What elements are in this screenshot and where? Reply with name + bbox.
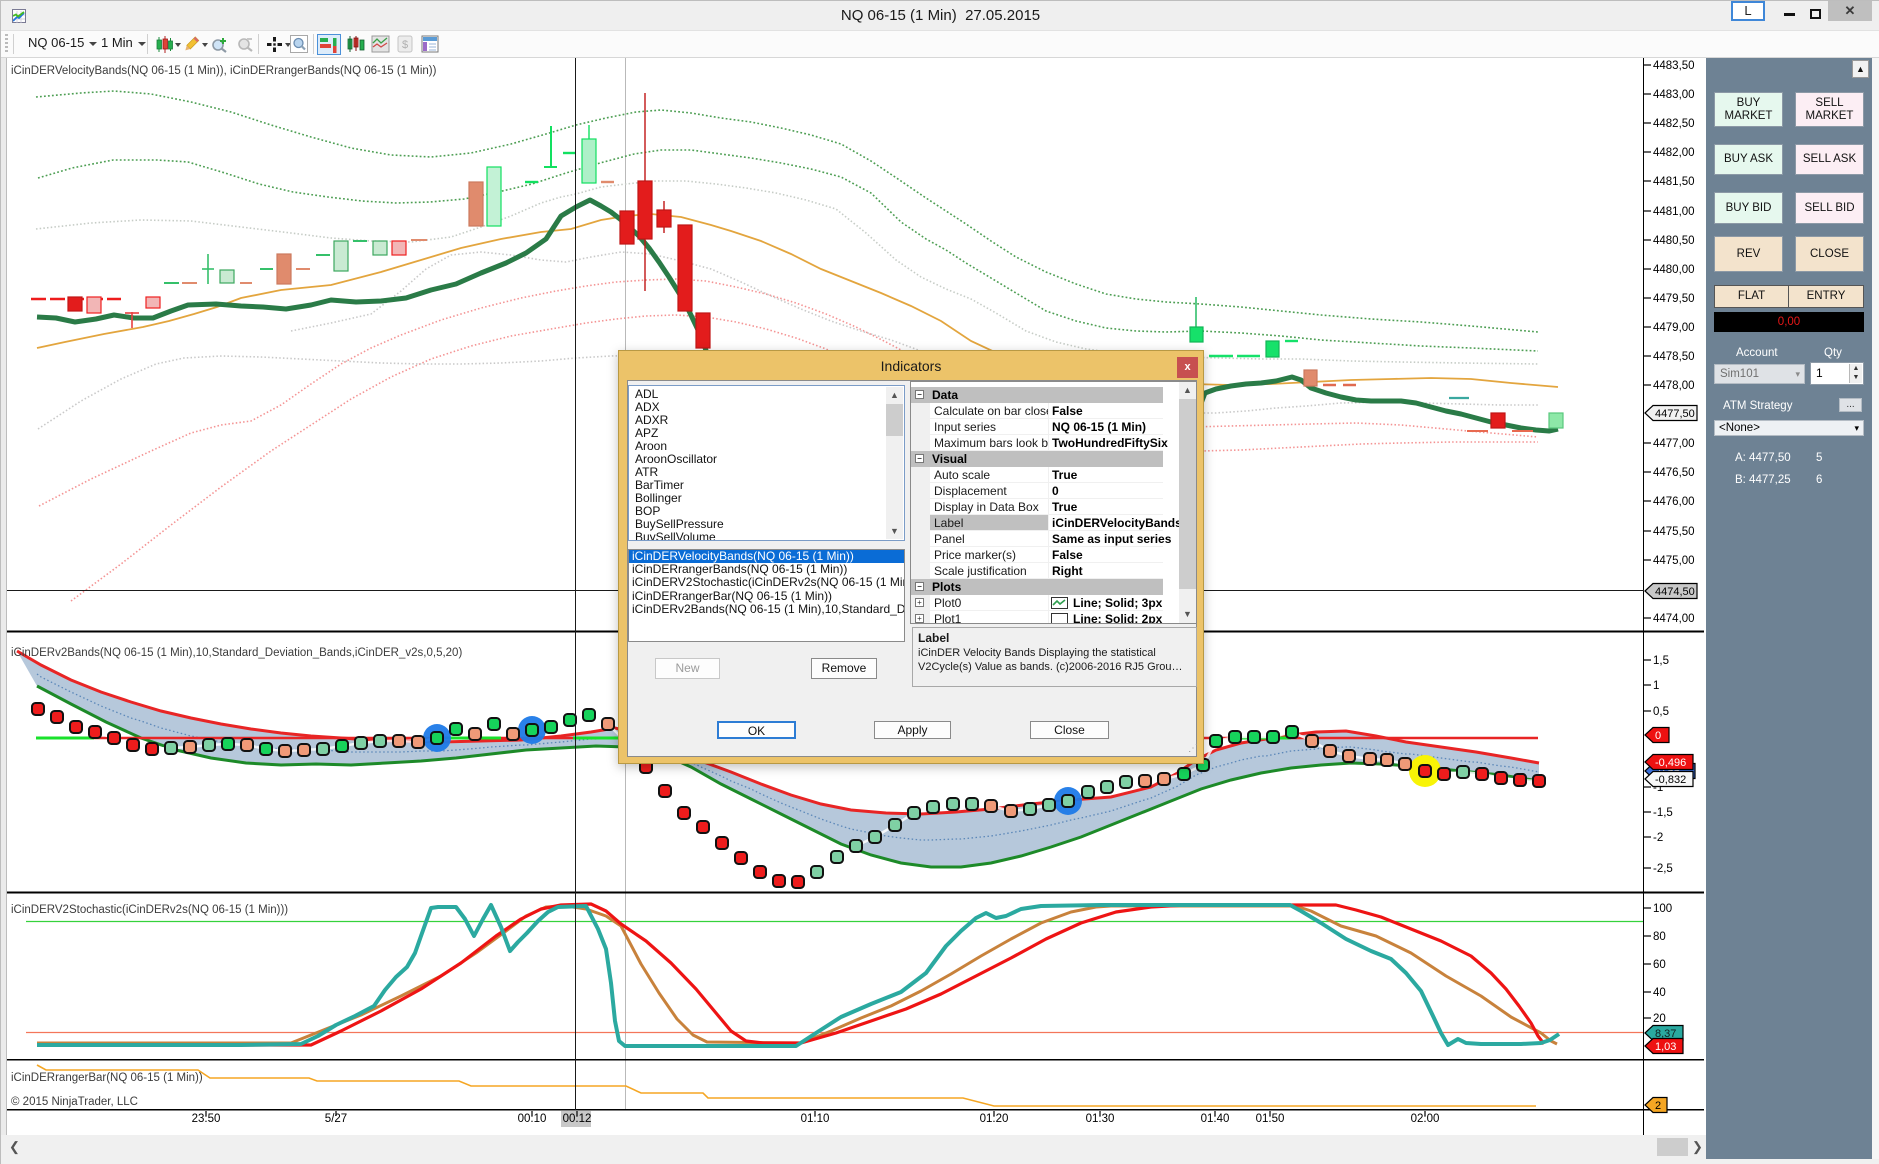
svg-text:40: 40 — [1653, 987, 1666, 999]
svg-text:1: 1 — [1653, 680, 1659, 692]
svg-text:4482,50: 4482,50 — [1653, 118, 1695, 130]
svg-text:4478,50: 4478,50 — [1653, 351, 1695, 363]
svg-text:4480,00: 4480,00 — [1653, 264, 1695, 276]
svg-text:02:00: 02:00 — [1411, 1113, 1440, 1125]
svg-text:4482,00: 4482,00 — [1653, 147, 1695, 159]
svg-text:23:50: 23:50 — [192, 1113, 221, 1125]
svg-text:01:40: 01:40 — [1201, 1113, 1230, 1125]
svg-text:5/27: 5/27 — [325, 1113, 347, 1125]
svg-text:iCinDERv2Bands(NQ 06-15 (1 Min: iCinDERv2Bands(NQ 06-15 (1 Min),10,Stand… — [11, 647, 462, 659]
svg-text:4475,00: 4475,00 — [1653, 555, 1695, 567]
svg-text:-0,832: -0,832 — [1655, 774, 1686, 786]
svg-text:iCinDERVelocityBands(NQ 06-15: iCinDERVelocityBands(NQ 06-15 (1 Min)), … — [11, 65, 437, 77]
svg-text:iCinDERrangerBar(NQ 06-15 (1 M: iCinDERrangerBar(NQ 06-15 (1 Min)) — [11, 1072, 203, 1084]
svg-text:4480,50: 4480,50 — [1653, 235, 1695, 247]
svg-text:1,5: 1,5 — [1653, 655, 1669, 667]
svg-text:00:10: 00:10 — [518, 1113, 547, 1125]
svg-text:-1,5: -1,5 — [1653, 807, 1673, 819]
svg-text:4476,00: 4476,00 — [1653, 496, 1695, 508]
svg-text:© 2015 NinjaTrader, LLC: © 2015 NinjaTrader, LLC — [11, 1096, 138, 1108]
svg-text:100: 100 — [1653, 903, 1672, 915]
svg-text:1,03: 1,03 — [1655, 1041, 1676, 1053]
svg-text:80: 80 — [1653, 931, 1666, 943]
svg-text:4478,00: 4478,00 — [1653, 380, 1695, 392]
svg-text:4481,50: 4481,50 — [1653, 176, 1695, 188]
svg-text:00:12: 00:12 — [563, 1113, 592, 1125]
svg-text:4474,00: 4474,00 — [1653, 613, 1695, 625]
svg-text:iCinDERV2Stochastic(iCinDERv2s: iCinDERV2Stochastic(iCinDERv2s(NQ 06-15 … — [11, 904, 288, 916]
svg-text:4477,50: 4477,50 — [1655, 408, 1695, 420]
svg-text:4481,00: 4481,00 — [1653, 206, 1695, 218]
svg-text:-0,496: -0,496 — [1655, 757, 1686, 769]
svg-text:20: 20 — [1653, 1013, 1666, 1025]
svg-text:01:10: 01:10 — [801, 1113, 830, 1125]
svg-text:4477,00: 4477,00 — [1653, 438, 1695, 450]
svg-text:4479,50: 4479,50 — [1653, 293, 1695, 305]
svg-text:4476,50: 4476,50 — [1653, 467, 1695, 479]
svg-text:01:20: 01:20 — [980, 1113, 1009, 1125]
svg-text:01:30: 01:30 — [1086, 1113, 1115, 1125]
svg-text:0,5: 0,5 — [1653, 706, 1669, 718]
svg-text:2: 2 — [1655, 1100, 1661, 1112]
svg-text:$: $ — [402, 39, 408, 51]
svg-text:4479,00: 4479,00 — [1653, 322, 1695, 334]
svg-text:4483,50: 4483,50 — [1653, 60, 1695, 72]
svg-text:4474,50: 4474,50 — [1655, 586, 1695, 598]
svg-text:0: 0 — [1655, 730, 1661, 742]
svg-text:60: 60 — [1653, 959, 1666, 971]
svg-text:01:50: 01:50 — [1256, 1113, 1285, 1125]
svg-text:-2,5: -2,5 — [1653, 863, 1673, 875]
svg-text:4483,00: 4483,00 — [1653, 89, 1695, 101]
svg-text:-2: -2 — [1653, 832, 1663, 844]
svg-text:4475,50: 4475,50 — [1653, 526, 1695, 538]
